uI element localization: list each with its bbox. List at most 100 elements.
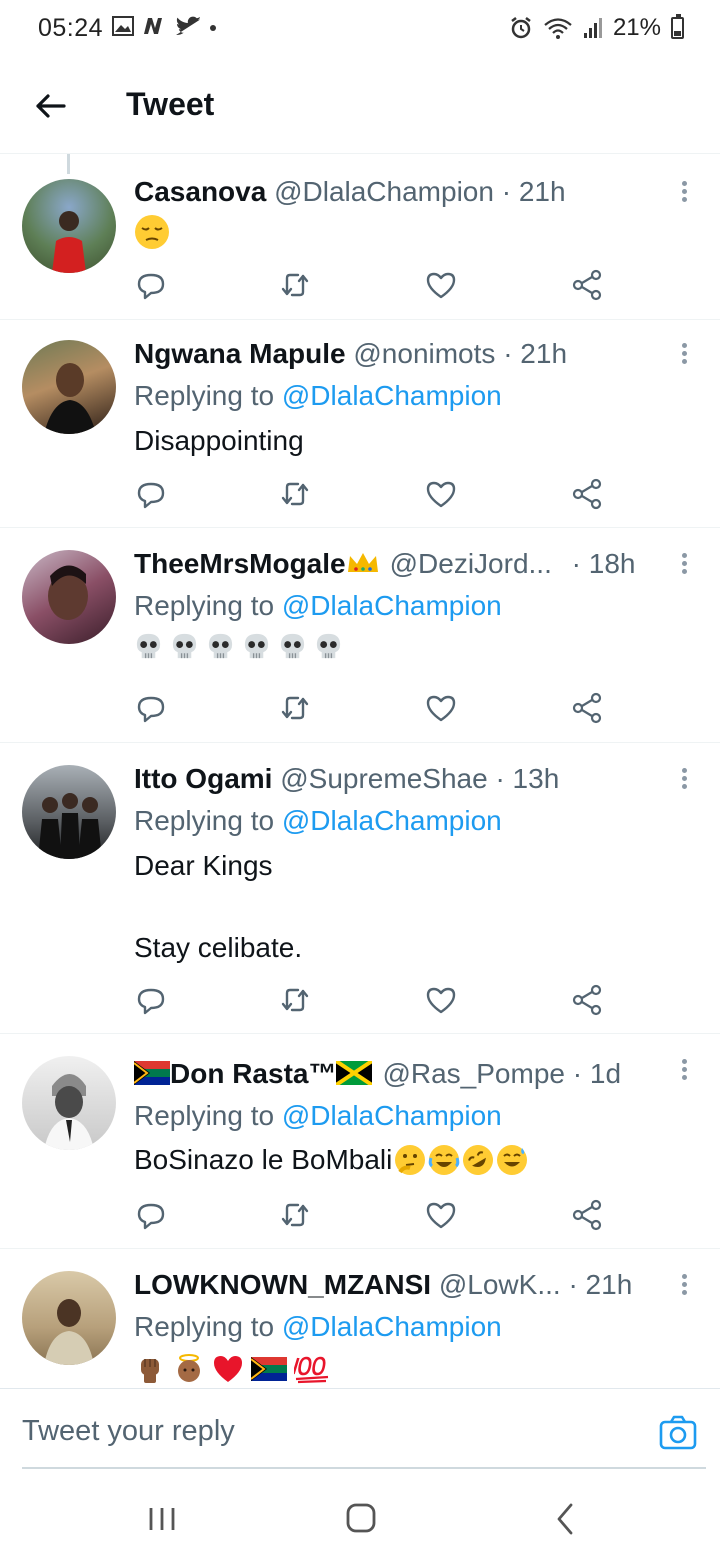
netflix-notification-icon <box>144 18 162 34</box>
reply-input[interactable]: Tweet your reply <box>22 1415 235 1448</box>
tweet-text: Dear Kings Stay celibate. <box>134 850 303 963</box>
recent-apps-icon[interactable] <box>148 1506 176 1532</box>
tears-of-joy-emoji <box>429 1145 460 1175</box>
raised-fist-emoji <box>141 1359 159 1383</box>
more-options-icon[interactable] <box>678 550 690 580</box>
display-name[interactable]: TheeMrsMogale <box>134 548 346 579</box>
tweet-item[interactable]: TheeMrsMogale @DeziJord... · 18h Replying… <box>0 528 720 743</box>
reply-to-handle[interactable]: @DlalaChampion <box>282 1100 502 1131</box>
replying-to: Replying to @DlalaChampion <box>134 1311 502 1342</box>
display-name[interactable]: Don Rasta™ <box>170 1058 336 1089</box>
avatar[interactable] <box>22 1056 116 1150</box>
user-handle[interactable]: @SupremeShae <box>280 763 487 794</box>
reply-icon[interactable] <box>134 1198 168 1232</box>
home-icon[interactable] <box>346 1503 376 1533</box>
tweet-item[interactable]: LOWKNOWN_MZANSI @LowK... · 21h Replying … <box>0 1249 720 1388</box>
tweet-time: · 21h <box>568 1269 633 1300</box>
more-options-icon[interactable] <box>678 340 690 370</box>
display-name[interactable]: Itto Ogami <box>134 763 272 794</box>
south-africa-flag-emoji <box>133 1061 170 1085</box>
system-nav-bar <box>0 1470 720 1560</box>
display-name[interactable]: Ngwana Mapule <box>134 338 346 369</box>
replying-to: Replying to @DlalaChampion <box>134 805 502 836</box>
reply-icon[interactable] <box>134 691 168 725</box>
replying-to: Replying to @DlalaChampion <box>134 590 502 621</box>
skull-emoji <box>208 633 233 659</box>
display-name[interactable]: Casanova <box>134 176 266 207</box>
rolling-laughing-emoji <box>463 1145 494 1175</box>
avatar[interactable] <box>22 1271 116 1365</box>
alarm-icon <box>511 17 531 39</box>
retweet-icon[interactable] <box>278 1198 312 1232</box>
user-handle[interactable]: @DeziJord... <box>390 548 552 579</box>
reply-to-handle[interactable]: @DlalaChampion <box>282 590 502 621</box>
reply-to-handle[interactable]: @DlalaChampion <box>282 380 502 411</box>
like-heart-icon[interactable] <box>424 983 458 1017</box>
reply-input-underline <box>22 1467 706 1469</box>
tweet-emoji-content <box>134 632 343 661</box>
like-heart-icon[interactable] <box>424 268 458 302</box>
tweet-actions <box>134 1198 614 1232</box>
gallery-notification-icon <box>112 16 134 36</box>
like-heart-icon[interactable] <box>424 691 458 725</box>
reply-to-handle[interactable]: @DlalaChampion <box>282 805 502 836</box>
tweet-item[interactable]: Ngwana Mapule @nonimots · 21h Replying t… <box>0 320 720 528</box>
reply-to-handle[interactable]: @DlalaChampion <box>282 1311 502 1342</box>
skull-emoji <box>172 633 197 659</box>
tweet-actions <box>134 477 614 511</box>
skull-emoji <box>316 633 341 659</box>
tweet-feed[interactable]: Casanova @DlalaChampion · 21h Ngwana Map… <box>0 154 720 1388</box>
status-time: 05:24 <box>38 14 104 42</box>
tweet-emoji-content <box>134 1353 330 1385</box>
south-africa-flag-emoji <box>251 1357 287 1381</box>
share-icon[interactable] <box>570 477 604 511</box>
more-options-icon[interactable] <box>678 178 690 208</box>
share-icon[interactable] <box>570 983 604 1017</box>
avatar[interactable] <box>22 765 116 859</box>
top-app-bar: Tweet <box>0 60 720 154</box>
retweet-icon[interactable] <box>278 268 312 302</box>
baby-angel-emoji <box>178 1354 200 1382</box>
back-icon[interactable] <box>554 1502 576 1536</box>
like-heart-icon[interactable] <box>424 1198 458 1232</box>
like-heart-icon[interactable] <box>424 477 458 511</box>
share-icon[interactable] <box>570 691 604 725</box>
user-handle[interactable]: @LowK... <box>439 1269 561 1300</box>
tweet-actions <box>134 691 614 725</box>
tweet-item[interactable]: Don Rasta™ @Ras_Pompe · 1d Replying to @D… <box>0 1034 720 1249</box>
tweet-text: Disappointing <box>134 425 304 456</box>
retweet-icon[interactable] <box>278 983 312 1017</box>
user-handle[interactable]: @Ras_Pompe <box>382 1058 565 1089</box>
back-arrow-icon[interactable] <box>28 84 72 128</box>
more-options-icon[interactable] <box>678 765 690 795</box>
reply-composer: Tweet your reply <box>0 1388 720 1469</box>
user-handle[interactable]: @nonimots <box>353 338 495 369</box>
avatar[interactable] <box>22 179 116 273</box>
camera-icon[interactable] <box>658 1413 698 1453</box>
display-name[interactable]: LOWKNOWN_MZANSI <box>134 1269 431 1300</box>
wifi-icon <box>544 18 572 39</box>
signal-icon <box>583 18 602 38</box>
more-options-icon[interactable] <box>678 1056 690 1086</box>
more-options-icon[interactable] <box>678 1271 690 1301</box>
retweet-icon[interactable] <box>278 691 312 725</box>
skull-emoji <box>244 633 269 659</box>
avatar[interactable] <box>22 340 116 434</box>
page-title: Tweet <box>126 86 215 122</box>
reply-icon[interactable] <box>134 268 168 302</box>
share-icon[interactable] <box>570 268 604 302</box>
tweet-item[interactable]: Itto Ogami @SupremeShae · 13h Replying t… <box>0 743 720 1034</box>
tweet-item[interactable]: Casanova @DlalaChampion · 21h <box>0 154 720 320</box>
share-icon[interactable] <box>570 1198 604 1232</box>
avatar[interactable] <box>22 550 116 644</box>
user-handle[interactable]: @DlalaChampion <box>274 176 494 207</box>
tweet-time: · 13h <box>495 763 560 794</box>
reply-icon[interactable] <box>134 983 168 1017</box>
skull-emoji <box>280 633 305 659</box>
tweet-time: · 21h <box>503 338 568 369</box>
retweet-icon[interactable] <box>278 477 312 511</box>
tweet-time: · 21h <box>501 176 566 207</box>
crown-emoji <box>347 553 378 572</box>
grinning-sweat-emoji <box>497 1145 528 1175</box>
reply-icon[interactable] <box>134 477 168 511</box>
